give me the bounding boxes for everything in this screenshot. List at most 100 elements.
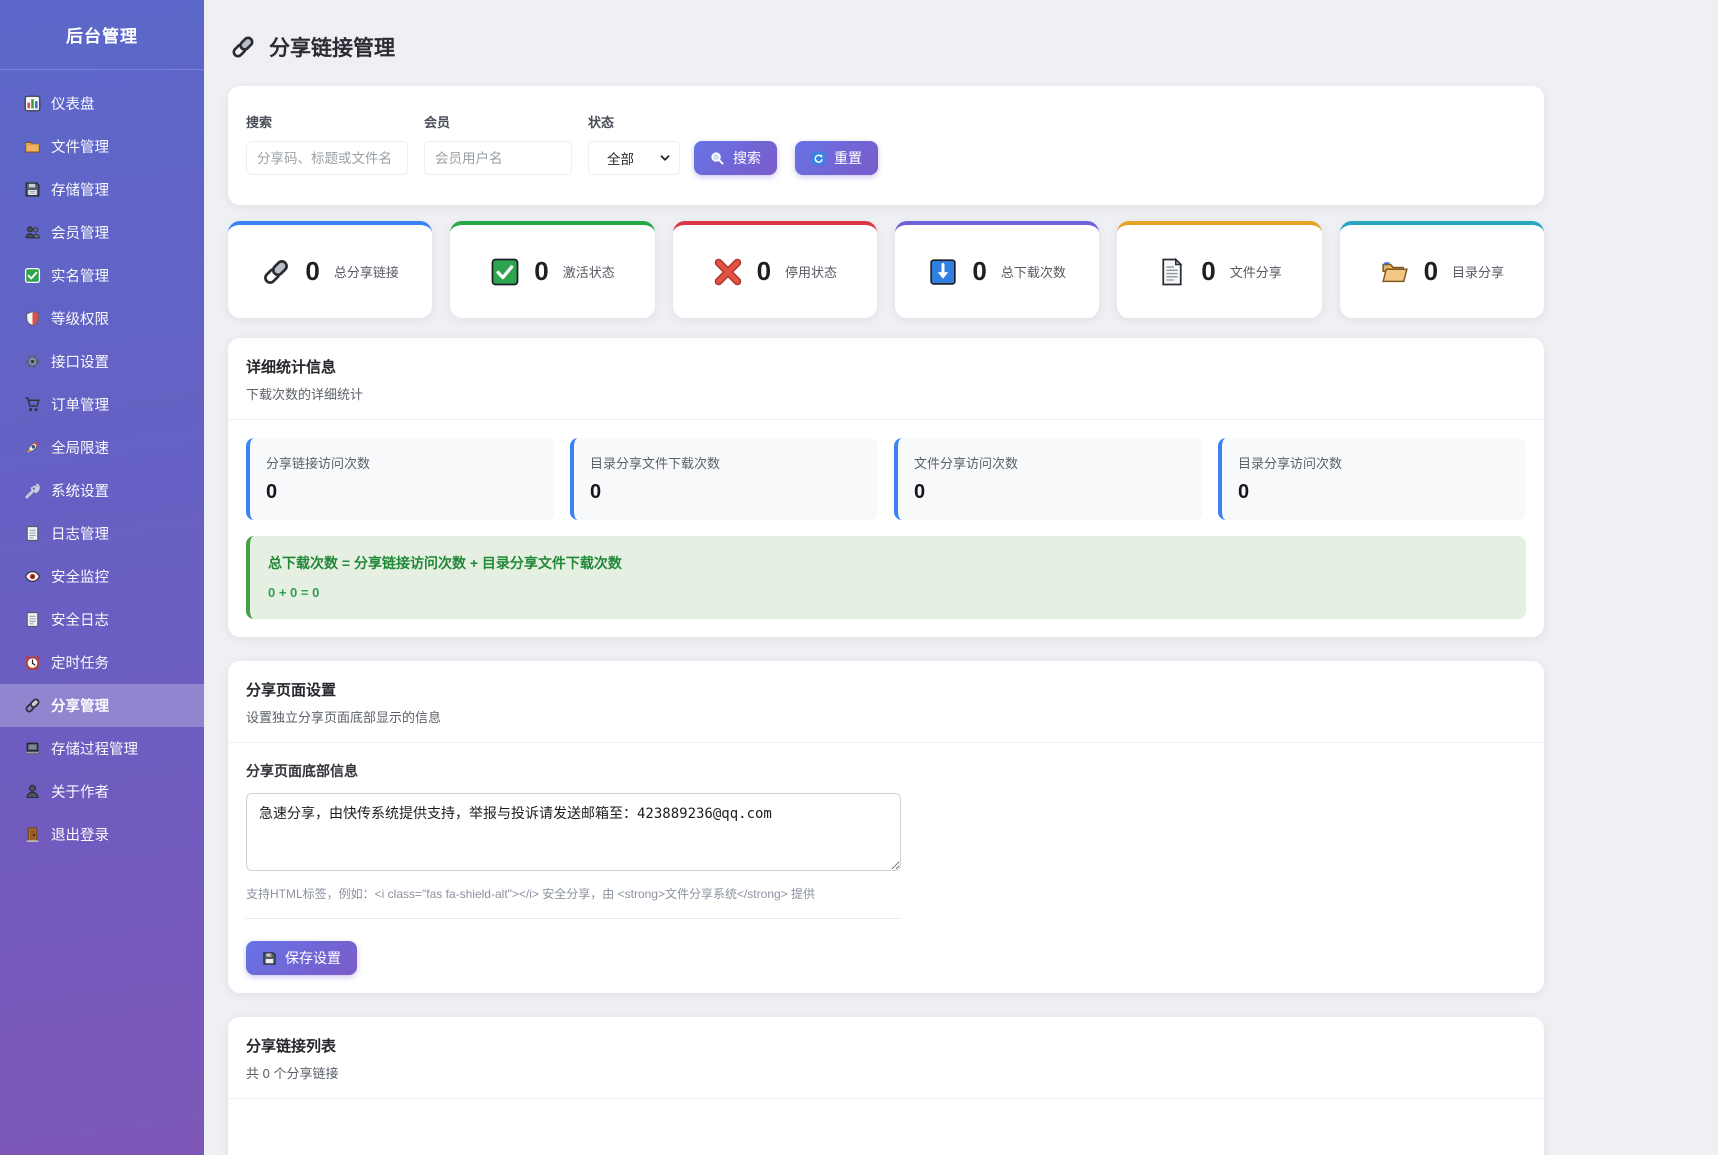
section-title: 详细统计信息 bbox=[246, 359, 337, 376]
stat-value: 0 bbox=[534, 256, 549, 286]
stat-label: 停用状态 bbox=[785, 265, 838, 280]
status-select-value: 全部 bbox=[607, 152, 634, 167]
search-button[interactable]: 搜索 bbox=[694, 141, 777, 175]
alarm-clock-icon bbox=[25, 655, 40, 671]
stat-value: 0 bbox=[1423, 256, 1439, 286]
stat-value: 0 bbox=[1201, 256, 1216, 286]
log-icon bbox=[26, 526, 39, 541]
sidebar-item-label: 安全监控 bbox=[51, 570, 109, 586]
cross-icon bbox=[714, 258, 741, 285]
section-title: 分享页面设置 bbox=[246, 682, 337, 699]
sidebar-item-logs[interactable]: 日志管理 bbox=[0, 512, 204, 555]
floppy-icon bbox=[25, 182, 40, 197]
stat-value: 0 bbox=[972, 256, 987, 286]
wrench-icon bbox=[25, 483, 40, 499]
sidebar-item-label: 存储管理 bbox=[51, 183, 109, 199]
stat-card-disabled: 0 停用状态 bbox=[672, 221, 877, 318]
sidebar-item-storage[interactable]: 存储管理 bbox=[0, 168, 204, 211]
app-title: 后台管理 bbox=[0, 0, 204, 70]
detail-stat-boxes: 分享链接访问次数 0 目录分享文件下载次数 0 文件分享访问次数 0 目录分享访… bbox=[246, 438, 1526, 520]
member-input[interactable] bbox=[424, 141, 572, 175]
sidebar-item-security-monitor[interactable]: 安全监控 bbox=[0, 555, 204, 598]
sidebar-item-label: 分享管理 bbox=[51, 699, 109, 715]
sidebar-item-label: 日志管理 bbox=[51, 527, 109, 543]
sidebar-item-label: 会员管理 bbox=[51, 226, 109, 242]
formula-box: 总下载次数 = 分享链接访问次数 + 目录分享文件下载次数 0 + 0 = 0 bbox=[246, 536, 1526, 619]
sidebar-item-dashboard[interactable]: 仪表盘 bbox=[0, 82, 204, 125]
main-content: 分享链接管理 搜索 会员 状态 全部 搜索 重置 bbox=[204, 0, 1718, 1155]
check-square-icon bbox=[491, 258, 519, 285]
sidebar-item-security-logs[interactable]: 安全日志 bbox=[0, 598, 204, 641]
reset-button[interactable]: 重置 bbox=[795, 141, 878, 175]
sidebar-item-label: 系统设置 bbox=[51, 484, 109, 500]
status-select[interactable]: 全部 bbox=[588, 141, 680, 175]
sidebar-item-speed-limit[interactable]: 全局限速 bbox=[0, 426, 204, 469]
share-page-settings-header: 分享页面设置 设置独立分享页面底部显示的信息 bbox=[228, 661, 1544, 743]
form-divider bbox=[246, 918, 901, 919]
sidebar-item-logout[interactable]: 退出登录 bbox=[0, 813, 204, 856]
stats-row: 0 总分享链接 0 激活状态 0 停用状态 0 总下载次数 0 文件分享 0 目… bbox=[228, 221, 1544, 318]
stat-box-share-visits: 分享链接访问次数 0 bbox=[246, 438, 554, 520]
stat-label: 激活状态 bbox=[562, 265, 615, 280]
sidebar-item-label: 实名管理 bbox=[51, 269, 109, 285]
share-list-body bbox=[228, 1099, 1544, 1135]
check-square-icon bbox=[24, 267, 41, 284]
footer-info-textarea[interactable]: 急速分享，由快传系统提供支持，举报与投诉请发送邮箱至：423889236@qq.… bbox=[246, 793, 901, 871]
section-subtitle: 设置独立分享页面底部显示的信息 bbox=[246, 710, 442, 725]
section-subtitle: 共 0 个分享链接 bbox=[246, 1066, 339, 1081]
laptop-icon bbox=[25, 742, 40, 755]
sidebar-item-label: 全局限速 bbox=[51, 441, 109, 457]
footer-info-help: 支持HTML标签，例如：<i class="fas fa-shield-alt"… bbox=[246, 887, 816, 901]
sidebar-item-api-settings[interactable]: 接口设置 bbox=[0, 340, 204, 383]
formula-value: 0 + 0 = 0 bbox=[268, 585, 320, 600]
link-icon bbox=[264, 259, 289, 284]
stat-card-file-shares: 0 文件分享 bbox=[1117, 221, 1322, 318]
sidebar-item-label: 接口设置 bbox=[51, 355, 109, 371]
stat-label: 目录分享 bbox=[1452, 265, 1505, 280]
save-icon bbox=[263, 951, 276, 965]
stat-label: 总下载次数 bbox=[1000, 265, 1066, 280]
page-title: 分享链接管理 bbox=[269, 37, 395, 60]
section-title: 分享链接列表 bbox=[246, 1038, 337, 1055]
door-icon bbox=[26, 827, 39, 842]
users-icon bbox=[25, 226, 40, 239]
link-icon bbox=[25, 698, 40, 713]
sidebar-item-orders[interactable]: 订单管理 bbox=[0, 383, 204, 426]
stat-value: 0 bbox=[756, 256, 772, 286]
search-input[interactable] bbox=[246, 141, 408, 175]
detail-stats-card: 详细统计信息 下载次数的详细统计 分享链接访问次数 0 目录分享文件下载次数 0… bbox=[228, 338, 1544, 637]
sidebar-item-system-settings[interactable]: 系统设置 bbox=[0, 469, 204, 512]
stat-label: 文件分享 bbox=[1229, 265, 1282, 280]
save-settings-button[interactable]: 保存设置 bbox=[246, 941, 357, 975]
eye-icon bbox=[24, 571, 41, 582]
sidebar-item-label: 等级权限 bbox=[51, 312, 109, 328]
sidebar-item-cron-tasks[interactable]: 定时任务 bbox=[0, 641, 204, 684]
stat-box-file-share-visits: 文件分享访问次数 0 bbox=[894, 438, 1202, 520]
sidebar-item-share[interactable]: 分享管理 bbox=[0, 684, 204, 727]
member-label: 会员 bbox=[424, 115, 451, 130]
filter-buttons: 搜索 重置 bbox=[694, 141, 878, 175]
status-field-group: 状态 全部 bbox=[588, 112, 680, 175]
section-subtitle: 下载次数的详细统计 bbox=[246, 387, 364, 402]
link-icon bbox=[232, 36, 254, 58]
sidebar-item-realname[interactable]: 实名管理 bbox=[0, 254, 204, 297]
sidebar-item-stored-procedures[interactable]: 存储过程管理 bbox=[0, 727, 204, 770]
sidebar-item-label: 定时任务 bbox=[51, 656, 109, 672]
stat-card-total-shares: 0 总分享链接 bbox=[228, 221, 433, 318]
sidebar-item-files[interactable]: 文件管理 bbox=[0, 125, 204, 168]
rocket-icon bbox=[27, 441, 39, 453]
refresh-icon bbox=[811, 151, 826, 165]
footer-info-label: 分享页面底部信息 bbox=[246, 763, 358, 779]
filter-card: 搜索 会员 状态 全部 搜索 重置 bbox=[228, 86, 1544, 205]
file-icon bbox=[1162, 257, 1183, 285]
sidebar-item-members[interactable]: 会员管理 bbox=[0, 211, 204, 254]
search-icon bbox=[711, 151, 724, 164]
cart-icon bbox=[25, 397, 40, 412]
stat-box-dir-file-downloads: 目录分享文件下载次数 0 bbox=[570, 438, 878, 520]
sidebar-item-level-permissions[interactable]: 等级权限 bbox=[0, 297, 204, 340]
stat-box-dir-share-visits: 目录分享访问次数 0 bbox=[1218, 438, 1526, 520]
sidebar-item-about-author[interactable]: 关于作者 bbox=[0, 770, 204, 813]
download-icon bbox=[930, 258, 957, 285]
chevron-down-icon bbox=[660, 155, 670, 161]
share-page-settings-card: 分享页面设置 设置独立分享页面底部显示的信息 分享页面底部信息 急速分享，由快传… bbox=[228, 661, 1544, 993]
